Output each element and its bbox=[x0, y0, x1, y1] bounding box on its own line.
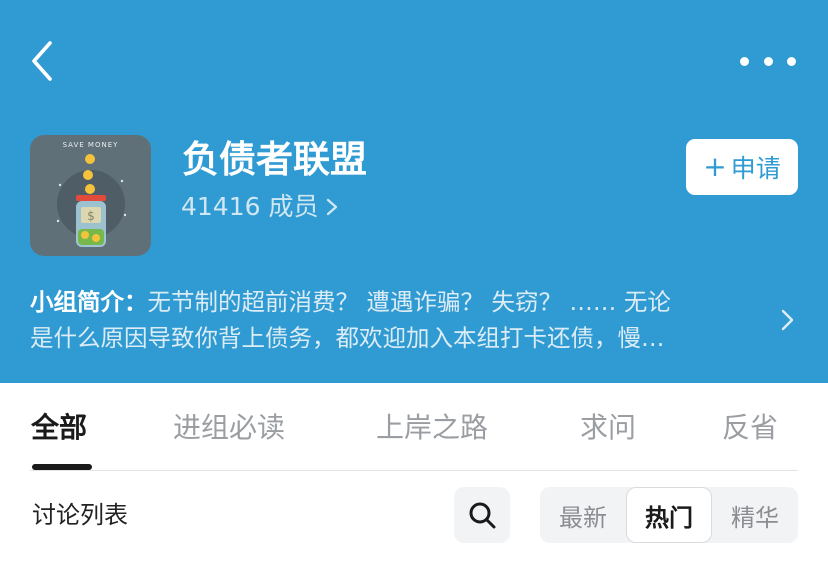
avatar-caption: SAVE MONEY bbox=[62, 141, 119, 149]
chevron-left-icon bbox=[32, 41, 52, 81]
sort-featured[interactable]: 精华 bbox=[712, 487, 798, 543]
piggy-jar-illustration: $ bbox=[56, 154, 127, 247]
intro-label: 小组简介： bbox=[30, 288, 148, 316]
join-request-button[interactable]: + 申请 bbox=[686, 139, 798, 195]
group-avatar[interactable]: SAVE MONEY $ bbox=[30, 135, 151, 256]
join-label: 申请 bbox=[730, 154, 781, 183]
tab-reflect[interactable]: 反省 bbox=[722, 408, 778, 448]
group-intro[interactable]: 小组简介：无节制的超前消费？ 遭遇诈骗？ 失窃？ …… 无论 是什么原因导致你背… bbox=[30, 284, 750, 356]
tab-must-read[interactable]: 进组必读 bbox=[173, 408, 285, 448]
search-button[interactable] bbox=[454, 487, 510, 543]
chevron-right-icon bbox=[327, 198, 338, 216]
discussion-list-title: 讨论列表 bbox=[32, 501, 128, 529]
sort-hot[interactable]: 热门 bbox=[626, 487, 712, 543]
plus-icon: + bbox=[703, 150, 727, 183]
member-count-link[interactable]: 41416 成员 bbox=[181, 190, 340, 224]
svg-text:$: $ bbox=[87, 209, 95, 223]
intro-expand-chevron-icon[interactable] bbox=[778, 306, 798, 334]
tab-ask[interactable]: 求问 bbox=[580, 408, 636, 448]
tab-path-ashore[interactable]: 上岸之路 bbox=[376, 408, 488, 448]
more-dots-icon bbox=[740, 56, 749, 66]
intro-text-line1: 无节制的超前消费？ 遭遇诈骗？ 失窃？ …… 无论 bbox=[147, 288, 671, 316]
intro-text-line2: 是什么原因导致你背上债务，都欢迎加入本组打卡还债，慢… bbox=[30, 324, 665, 352]
back-button[interactable] bbox=[26, 36, 62, 86]
more-button[interactable] bbox=[740, 48, 796, 74]
group-name: 负债者联盟 bbox=[182, 138, 367, 181]
sort-latest[interactable]: 最新 bbox=[540, 487, 626, 543]
tabs-divider bbox=[30, 470, 798, 471]
member-count: 41416 成员 bbox=[181, 192, 319, 221]
search-icon bbox=[469, 502, 496, 529]
tab-all[interactable]: 全部 bbox=[31, 408, 87, 448]
group-header: SAVE MONEY $ 负债者联盟 41416 成员 + 申请 小组简介：无节… bbox=[0, 0, 828, 383]
category-tabs: 全部 进组必读 上岸之路 求问 反省 bbox=[0, 400, 828, 470]
sort-segmented-control: 最新 热门 精华 bbox=[540, 487, 798, 543]
